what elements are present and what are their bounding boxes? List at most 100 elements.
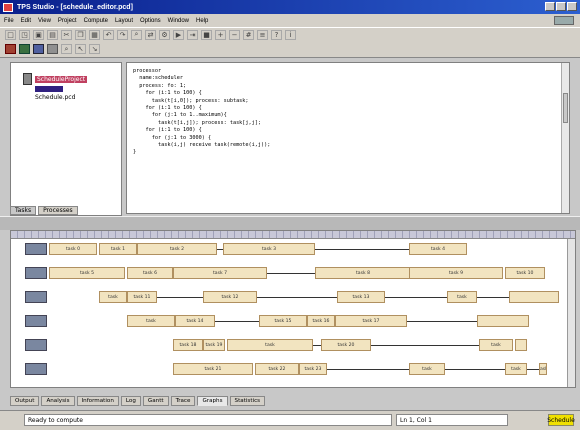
gantt-task[interactable]: task 0 bbox=[49, 243, 97, 255]
gantt-task[interactable]: task 17 bbox=[335, 315, 407, 327]
gantt-task[interactable]: task bbox=[227, 339, 313, 351]
gantt-task[interactable]: task 12 bbox=[203, 291, 257, 303]
tab-processes[interactable]: Processes bbox=[38, 206, 78, 215]
tab-statistics[interactable]: Statistics bbox=[229, 396, 266, 406]
compile-icon[interactable]: ⚙ bbox=[159, 29, 170, 40]
minimize-button[interactable] bbox=[545, 2, 555, 11]
tree-child-node[interactable] bbox=[35, 86, 66, 92]
menu-help[interactable]: Help bbox=[196, 18, 208, 24]
editor-scrollbar[interactable] bbox=[561, 63, 569, 213]
gantt-task[interactable]: task 16 bbox=[307, 315, 335, 327]
menu-edit[interactable]: Edit bbox=[21, 18, 31, 24]
copy-icon[interactable]: ❐ bbox=[75, 29, 86, 40]
menu-file[interactable]: File bbox=[4, 18, 14, 24]
process-icon[interactable] bbox=[5, 44, 16, 54]
tab-trace[interactable]: Trace bbox=[170, 396, 196, 406]
paste-icon[interactable]: ▦ bbox=[89, 29, 100, 40]
gantt-task[interactable]: task 3 bbox=[223, 243, 315, 255]
tree-file-node[interactable]: Schedule.pcd bbox=[35, 94, 75, 101]
process-row-label[interactable] bbox=[25, 315, 47, 327]
menu-view[interactable]: View bbox=[38, 18, 51, 24]
zoom-icon[interactable]: ⌕ bbox=[61, 44, 72, 54]
tab-information[interactable]: Information bbox=[76, 396, 119, 406]
gantt-task[interactable]: task 22 bbox=[255, 363, 299, 375]
stop-icon[interactable]: ■ bbox=[201, 29, 212, 40]
zoom-in-icon[interactable]: + bbox=[215, 29, 226, 40]
zoom-out-icon[interactable]: − bbox=[229, 29, 240, 40]
run-icon[interactable]: ▶ bbox=[173, 29, 184, 40]
channel-icon[interactable] bbox=[19, 44, 30, 54]
process-row-label[interactable] bbox=[25, 291, 47, 303]
gantt-task[interactable]: task 19 bbox=[203, 339, 225, 351]
replace-icon[interactable]: ⇄ bbox=[145, 29, 156, 40]
gantt-task[interactable]: task bbox=[127, 315, 175, 327]
menu-project[interactable]: Project bbox=[58, 18, 77, 24]
gantt-scrollbar[interactable] bbox=[567, 239, 575, 387]
code-editor[interactable]: processor name:scheduler process: fo: 1;… bbox=[126, 62, 570, 214]
gantt-task[interactable]: task 7 bbox=[173, 267, 267, 279]
redo-icon[interactable]: ↷ bbox=[117, 29, 128, 40]
gantt-task[interactable]: task bbox=[409, 363, 445, 375]
undo-icon[interactable]: ↶ bbox=[103, 29, 114, 40]
gantt-task[interactable] bbox=[509, 291, 559, 303]
menu-window[interactable]: Window bbox=[168, 18, 189, 24]
menu-compute[interactable]: Compute bbox=[84, 18, 108, 24]
tab-output[interactable]: Output bbox=[10, 396, 40, 406]
gantt-task[interactable]: task 9 bbox=[409, 267, 503, 279]
gantt-task[interactable] bbox=[477, 315, 529, 327]
pane-splitter[interactable] bbox=[0, 216, 580, 230]
gantt-task[interactable]: task 1 bbox=[99, 243, 137, 255]
gantt-task[interactable]: task bbox=[539, 363, 547, 375]
help-icon[interactable]: ? bbox=[271, 29, 282, 40]
editor-scroll-thumb[interactable] bbox=[563, 93, 568, 123]
gantt-task[interactable]: task 11 bbox=[127, 291, 157, 303]
process-row-label[interactable] bbox=[25, 339, 47, 351]
task-icon[interactable] bbox=[33, 44, 44, 54]
step-icon[interactable]: ⇥ bbox=[187, 29, 198, 40]
maximize-button[interactable] bbox=[556, 2, 566, 11]
tree-root-node[interactable]: ScheduleProject bbox=[23, 73, 88, 85]
gantt-task[interactable]: task 8 bbox=[315, 267, 411, 279]
gantt-task[interactable]: task 20 bbox=[321, 339, 371, 351]
gantt-task[interactable]: task 2 bbox=[137, 243, 217, 255]
cut-icon[interactable]: ✂ bbox=[61, 29, 72, 40]
gantt-task[interactable]: task 13 bbox=[337, 291, 385, 303]
graph-icon[interactable] bbox=[47, 44, 58, 54]
tab-gantt[interactable]: Gantt bbox=[142, 396, 169, 406]
tab-tasks[interactable]: Tasks bbox=[10, 206, 37, 215]
gantt-task[interactable]: task 10 bbox=[505, 267, 545, 279]
find-icon[interactable]: ⌕ bbox=[131, 29, 142, 40]
new-icon[interactable]: □ bbox=[5, 29, 16, 40]
tab-log[interactable]: Log bbox=[120, 396, 141, 406]
print-icon[interactable]: ▤ bbox=[47, 29, 58, 40]
gantt-task[interactable]: task bbox=[447, 291, 477, 303]
settings-icon[interactable]: ≡ bbox=[257, 29, 268, 40]
link-icon[interactable]: ↘ bbox=[89, 44, 100, 54]
menu-layout[interactable]: Layout bbox=[115, 18, 133, 24]
gantt-task[interactable]: task 5 bbox=[49, 267, 125, 279]
tab-analysis[interactable]: Analysis bbox=[41, 396, 75, 406]
gantt-task[interactable]: task bbox=[505, 363, 527, 375]
process-row-label[interactable] bbox=[25, 243, 47, 255]
gantt-task[interactable]: task bbox=[99, 291, 127, 303]
gantt-task[interactable]: task 4 bbox=[409, 243, 467, 255]
save-icon[interactable]: ▣ bbox=[33, 29, 44, 40]
close-button[interactable] bbox=[567, 2, 577, 11]
gantt-task[interactable]: task 21 bbox=[173, 363, 253, 375]
process-row-label[interactable] bbox=[25, 363, 47, 375]
grid-icon[interactable]: # bbox=[243, 29, 254, 40]
menu-options[interactable]: Options bbox=[140, 18, 161, 24]
gantt-task[interactable]: task bbox=[479, 339, 513, 351]
gantt-task[interactable]: task 23 bbox=[299, 363, 327, 375]
gantt-panel: task 0 task 1 task 2 task 3 task 4 task 5 task… bbox=[10, 230, 576, 388]
process-row-label[interactable] bbox=[25, 267, 47, 279]
open-icon[interactable]: ◳ bbox=[19, 29, 30, 40]
tab-graphs[interactable]: Graphs bbox=[197, 396, 228, 406]
gantt-task[interactable]: task 18 bbox=[173, 339, 203, 351]
gantt-task[interactable]: task 14 bbox=[175, 315, 215, 327]
gantt-task[interactable] bbox=[515, 339, 527, 351]
pointer-icon[interactable]: ↖ bbox=[75, 44, 86, 54]
about-icon[interactable]: i bbox=[285, 29, 296, 40]
gantt-task[interactable]: task 6 bbox=[127, 267, 173, 279]
gantt-task[interactable]: task 15 bbox=[259, 315, 307, 327]
